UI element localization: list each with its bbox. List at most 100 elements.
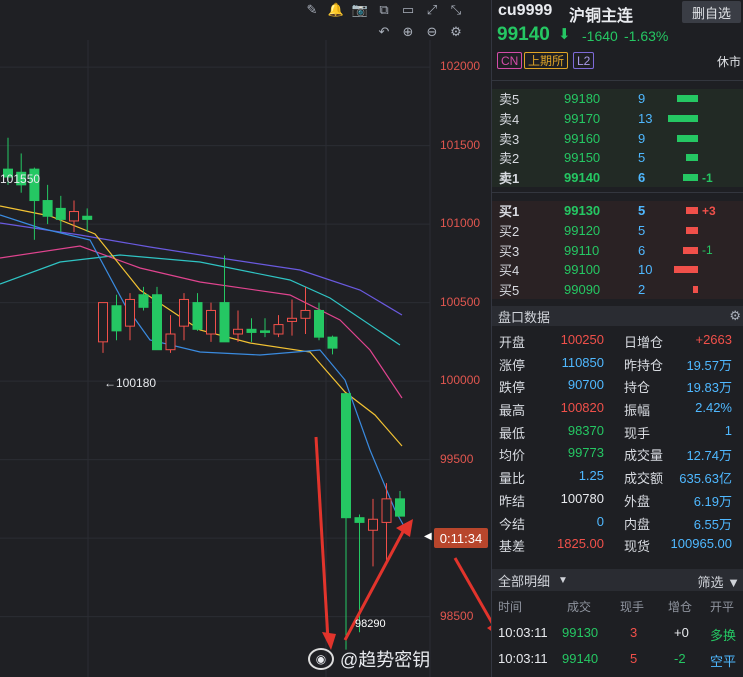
last-price: 99140 bbox=[497, 24, 550, 45]
candle-body bbox=[246, 328, 257, 333]
stat-value: 100780 bbox=[560, 490, 604, 506]
candle-body bbox=[42, 200, 53, 217]
symbol-name: 沪铜主连 bbox=[569, 8, 634, 25]
gear-icon[interactable]: ⚙ bbox=[729, 308, 741, 324]
level-volume: 5 bbox=[638, 150, 646, 166]
stat-label: 外盘 bbox=[624, 493, 651, 509]
watermark: ◉ @趋势密钥 bbox=[308, 646, 430, 672]
stat-value: 1825.00 bbox=[557, 536, 604, 552]
ask-level-3[interactable]: 卖3 99160 9 bbox=[492, 128, 743, 149]
weibo-icon: ◉ bbox=[308, 648, 334, 670]
candle-body bbox=[111, 305, 122, 332]
zoom-in-icon[interactable]: ⊕ bbox=[396, 22, 420, 42]
detail-title[interactable]: 全部明细 bbox=[498, 571, 550, 590]
candle-body bbox=[314, 309, 324, 338]
kline-chart[interactable]: ✎ 🔔 📷 ⧉ ▭ ⤢ ⤡ ↶ ⊕ ⊖ ⚙ 102000 101500 101000 100500 100… bbox=[0, 0, 491, 677]
ask-level-4[interactable]: 卖4 99170 13 bbox=[492, 108, 743, 129]
ask-level-5[interactable]: 卖5 99180 9 bbox=[492, 89, 743, 109]
candle-body bbox=[125, 298, 135, 327]
filter-icon: ▼ bbox=[727, 575, 740, 590]
bid-level-3[interactable]: 买3 99110 6 -1 bbox=[492, 240, 743, 261]
stat-value: +2663 bbox=[695, 332, 732, 347]
level-delta: +3 bbox=[702, 203, 716, 218]
level-label: 买1 bbox=[499, 204, 520, 220]
level-volume: 5 bbox=[638, 223, 646, 239]
level-price: 99180 bbox=[564, 91, 601, 107]
level-volume: 10 bbox=[638, 262, 653, 278]
level-price: 99090 bbox=[564, 282, 601, 298]
settings-icon[interactable]: ⚙ bbox=[444, 22, 468, 42]
price-tick-label: 100000 bbox=[440, 373, 481, 388]
stat-value: 2.42% bbox=[695, 400, 732, 416]
candle-body bbox=[138, 294, 149, 308]
stat-label: 开盘 bbox=[499, 335, 526, 350]
stat-value: 100820 bbox=[560, 400, 604, 416]
remove-watchlist-button[interactable]: 删自选 bbox=[682, 1, 741, 23]
filter-button[interactable]: 筛选 ▼ bbox=[697, 572, 740, 591]
candle-body bbox=[69, 211, 79, 222]
trade-type: 空平 bbox=[710, 654, 737, 669]
bid-level-1[interactable]: 买1 99130 5 +3 bbox=[492, 201, 743, 221]
level-price: 99120 bbox=[564, 223, 601, 239]
level-label: 买4 bbox=[499, 263, 520, 279]
trade-row[interactable]: 10:03:11 99130 3 +0 多换 bbox=[492, 619, 743, 645]
pencil-icon[interactable]: ✎ bbox=[300, 0, 324, 20]
stats-row: 开盘 100250 日增仓 +2663 bbox=[492, 328, 743, 351]
candle-body bbox=[341, 393, 351, 519]
stat-value: 100250 bbox=[560, 332, 604, 347]
chevron-down-icon[interactable]: ▼ bbox=[558, 575, 568, 586]
kline-canvas[interactable] bbox=[0, 0, 491, 677]
stat-value: 1 bbox=[724, 422, 732, 438]
stat-label: 最高 bbox=[499, 403, 526, 419]
bar-countdown: 0:11:34 bbox=[434, 528, 488, 548]
stat-label: 成交量 bbox=[624, 448, 664, 464]
price-tick-label: 101000 bbox=[440, 216, 481, 231]
candle-body bbox=[395, 498, 405, 517]
stat-value: 0 bbox=[596, 513, 604, 529]
volume-bar bbox=[683, 174, 698, 182]
candle-body bbox=[300, 309, 311, 319]
candle-body bbox=[206, 309, 216, 335]
level2-tag[interactable]: L2 bbox=[573, 52, 595, 69]
stats-row: 涨停 110850 昨持仓 19.57万 bbox=[492, 351, 743, 374]
trade-oi: -2 bbox=[674, 651, 686, 666]
camera-icon[interactable]: 📷 bbox=[348, 0, 372, 20]
bid-level-4[interactable]: 买4 99100 10 bbox=[492, 260, 743, 280]
column-header: 现手 bbox=[620, 600, 645, 614]
column-header: 成交 bbox=[567, 600, 592, 614]
level-label: 买5 bbox=[499, 283, 520, 299]
price-tick-label: 100500 bbox=[440, 294, 481, 309]
collapse-icon[interactable]: ⤡ bbox=[444, 0, 468, 20]
level-label: 卖2 bbox=[499, 151, 520, 167]
exchange-tag: 上期所 bbox=[524, 52, 569, 69]
level-label: 卖1 bbox=[499, 171, 520, 187]
ask-level-2[interactable]: 卖2 99150 5 bbox=[492, 148, 743, 168]
trade-row[interactable]: 10:03:11 99140 5 -2 空平 bbox=[492, 645, 743, 671]
zoom-out-icon[interactable]: ⊖ bbox=[420, 22, 444, 42]
candle-body bbox=[55, 207, 66, 220]
timer-pointer-icon: ◀ bbox=[424, 531, 432, 542]
undo-icon[interactable]: ↶ bbox=[372, 22, 396, 42]
ask-level-1[interactable]: 卖1 99140 6 -1 bbox=[492, 167, 743, 188]
price-change-pct: -1.63% bbox=[624, 28, 669, 44]
stat-value: 6.55万 bbox=[693, 516, 732, 532]
bell-icon[interactable]: 🔔 bbox=[324, 0, 348, 20]
candle-body bbox=[152, 294, 162, 351]
price-tick-label: 102000 bbox=[440, 59, 481, 74]
stat-label: 日增仓 bbox=[624, 335, 664, 350]
column-header: 增仓 bbox=[668, 600, 693, 614]
stat-value: 99773 bbox=[567, 445, 604, 461]
ma-line-2 bbox=[0, 222, 403, 316]
stats-header: 盘口数据 ⚙ bbox=[492, 306, 743, 326]
level-price: 99160 bbox=[564, 130, 601, 146]
candle-body bbox=[98, 302, 108, 343]
level-delta: -1 bbox=[702, 170, 713, 185]
bid-level-2[interactable]: 买2 99120 5 bbox=[492, 220, 743, 241]
monitor-icon[interactable]: ▭ bbox=[396, 0, 420, 20]
level-label: 买3 bbox=[499, 243, 520, 259]
level-delta: -1 bbox=[702, 243, 713, 258]
market-status: 休市 bbox=[716, 55, 741, 69]
bid-level-5[interactable]: 买5 99090 2 bbox=[492, 279, 743, 300]
expand-icon[interactable]: ⤢ bbox=[420, 0, 444, 20]
copy-icon[interactable]: ⧉ bbox=[372, 0, 396, 20]
